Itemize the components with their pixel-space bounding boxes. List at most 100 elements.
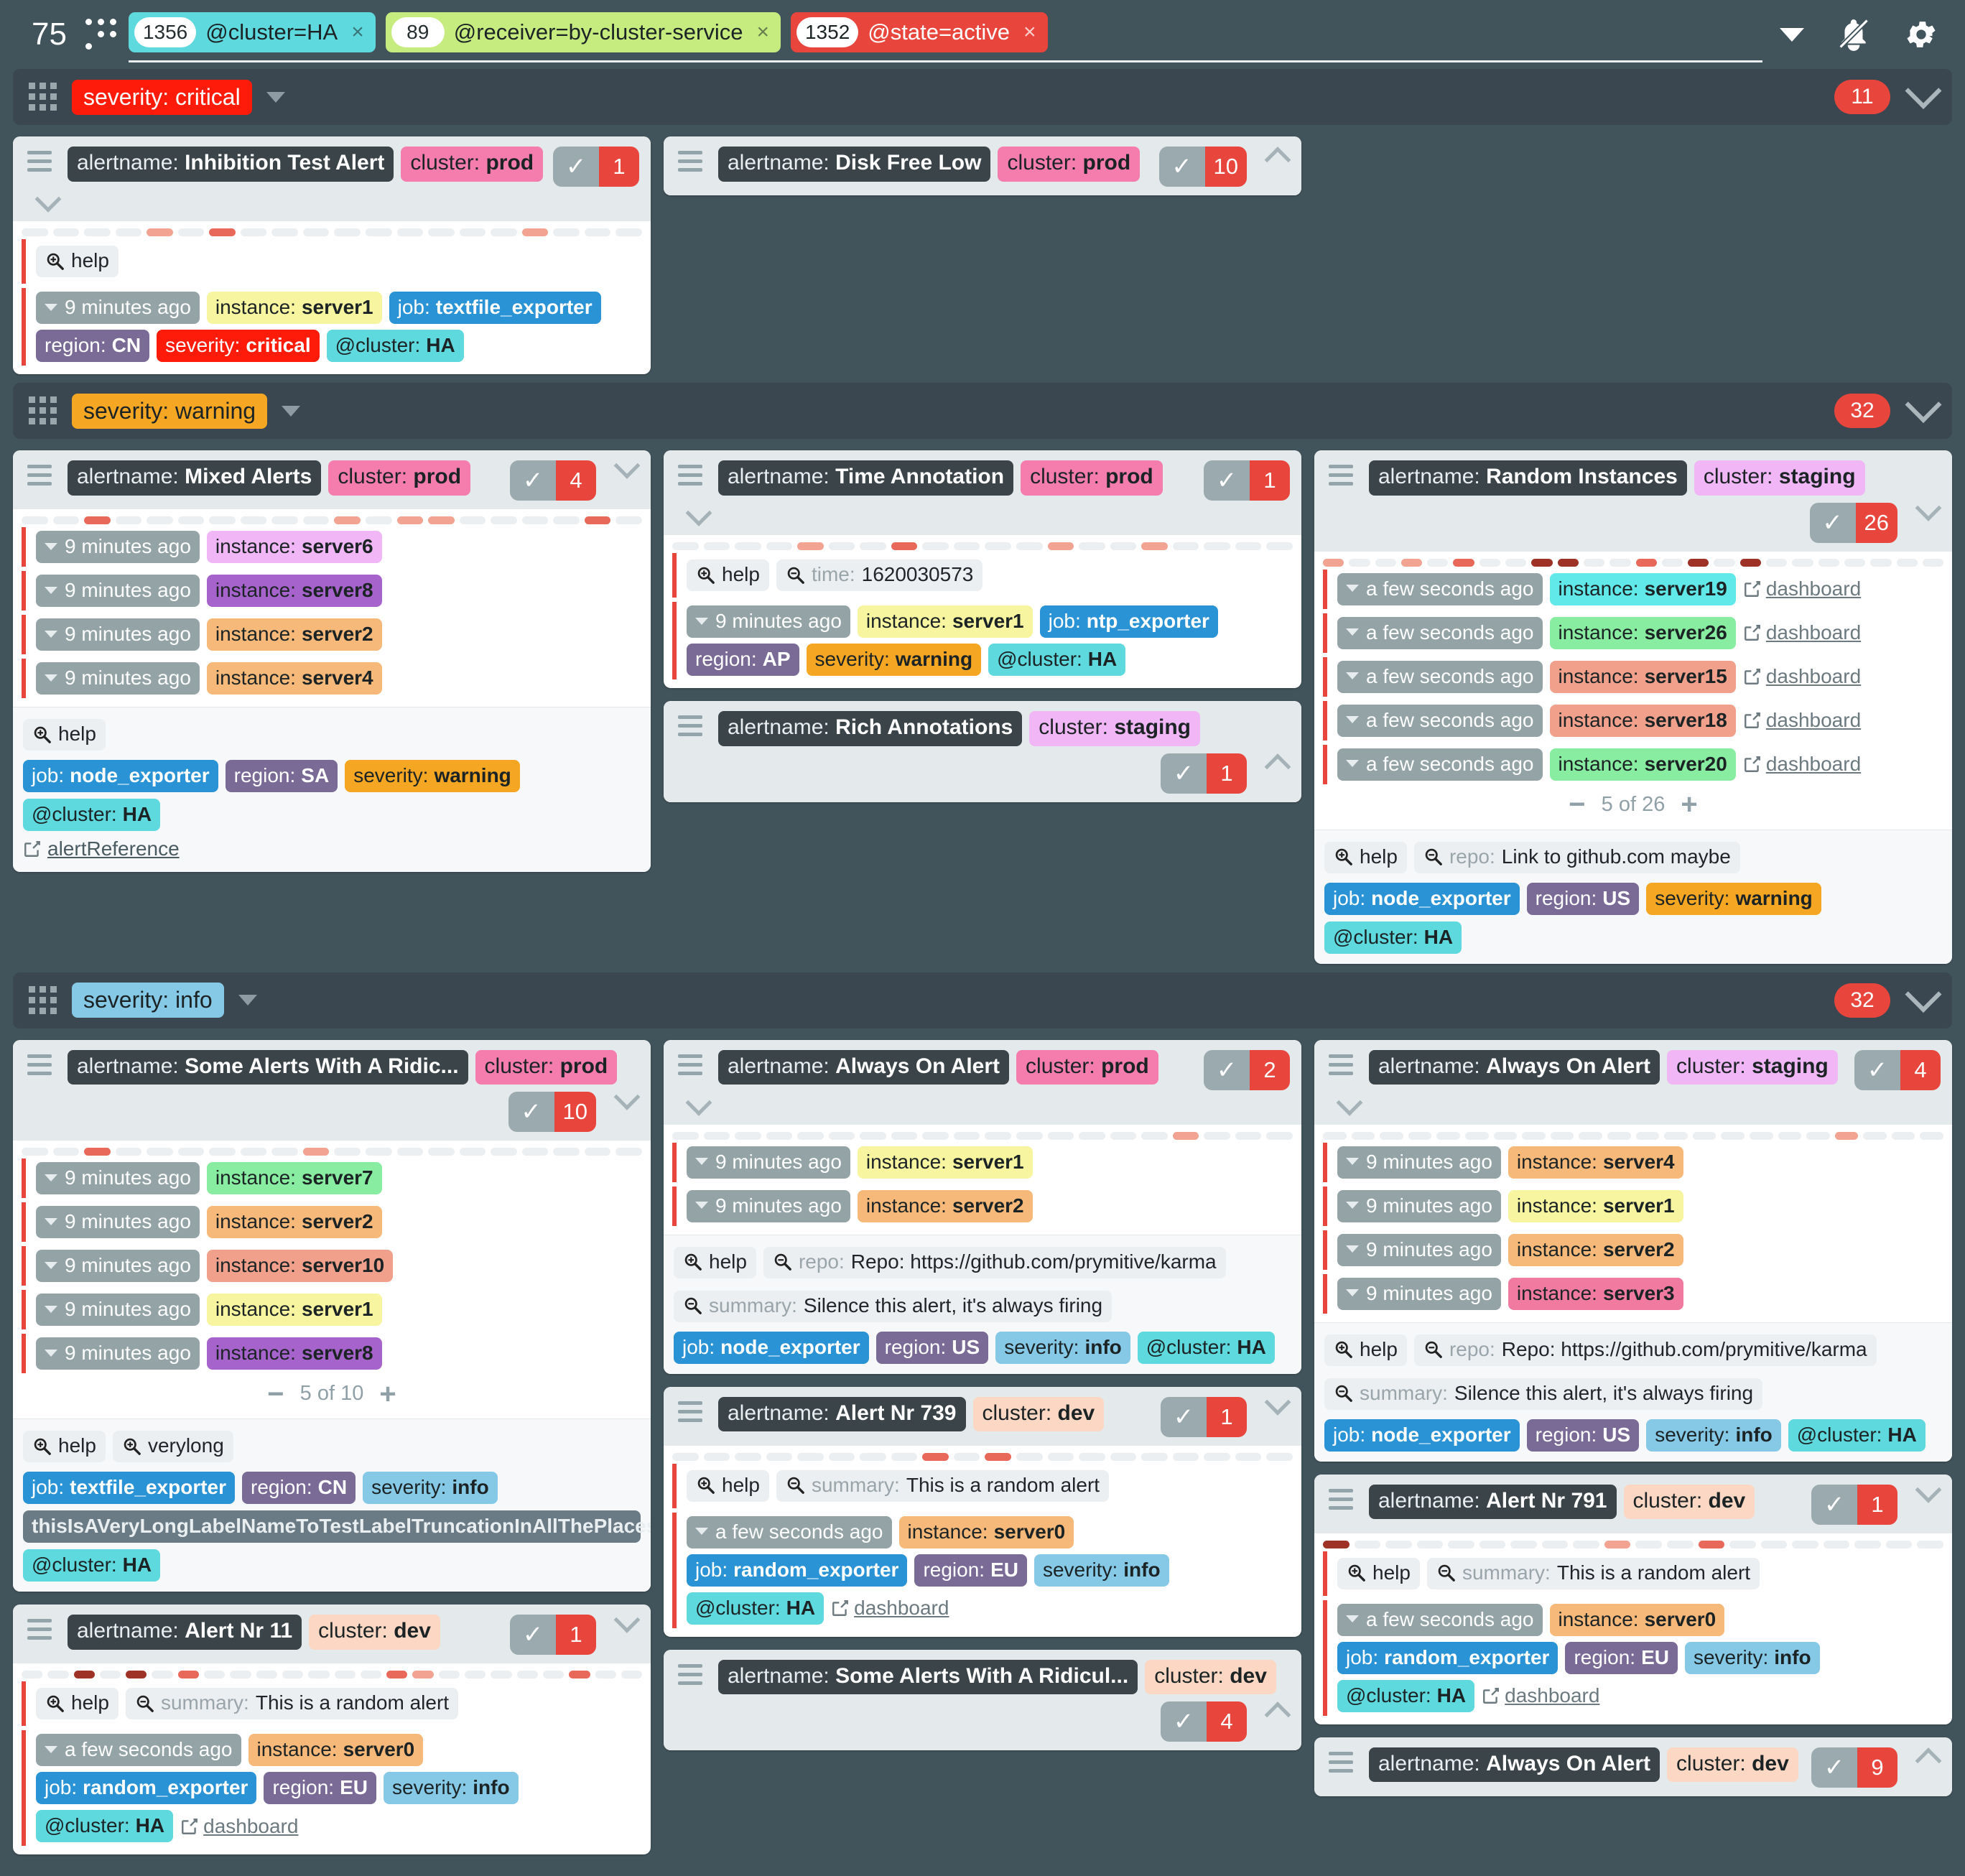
alert-timestamp[interactable]: 9 minutes ago	[36, 1206, 200, 1239]
check-icon[interactable]: ✓	[508, 1092, 554, 1133]
group-label-cluster[interactable]: cluster: prod	[1021, 460, 1163, 496]
chevron-down-icon[interactable]	[685, 499, 712, 526]
alert-count-badge[interactable]: 1	[1207, 1396, 1247, 1437]
group-label-cluster[interactable]: cluster: dev	[309, 1615, 440, 1650]
check-icon[interactable]: ✓	[1204, 460, 1250, 501]
chevron-down-icon[interactable]	[34, 185, 62, 213]
alert-reference-link[interactable]: alertReference	[23, 837, 180, 860]
alert-label[interactable]: instance: server0	[1549, 1603, 1725, 1636]
shared-label[interactable]: severity: warning	[345, 760, 520, 792]
group-label-cluster[interactable]: cluster: staging	[1029, 711, 1200, 746]
annotation[interactable]: help	[1324, 1334, 1407, 1366]
menu-burger-icon[interactable]	[1329, 1488, 1355, 1515]
gear-icon[interactable]	[1903, 17, 1939, 52]
chevron-down-icon[interactable]	[1905, 975, 1942, 1013]
alert-label[interactable]: @cluster: HA	[988, 644, 1126, 676]
shared-label[interactable]: @cluster: HA	[23, 1549, 161, 1582]
group-label-alertname[interactable]: alertname: Random Instances	[1369, 460, 1687, 496]
alert-timestamp[interactable]: 9 minutes ago	[36, 1294, 200, 1327]
group-label-alertname[interactable]: alertname: Time Annotation	[718, 460, 1014, 496]
shared-label[interactable]: region: US	[1526, 1418, 1640, 1452]
annotation[interactable]: repo: Link to github.com maybe	[1413, 841, 1740, 873]
annotation[interactable]: help	[1337, 1557, 1420, 1589]
menu-burger-icon[interactable]	[678, 715, 704, 741]
alert-label[interactable]: severity: info	[1033, 1554, 1169, 1587]
alert-count-badge[interactable]: 2	[1250, 1049, 1290, 1090]
alert-timestamp[interactable]: 9 minutes ago	[36, 1162, 200, 1195]
check-icon[interactable]: ✓	[553, 147, 599, 187]
annotation[interactable]: help	[36, 1688, 119, 1720]
alert-timestamp[interactable]: 9 minutes ago	[687, 1146, 850, 1179]
group-severity-label[interactable]: severity: warning	[72, 393, 268, 429]
chevron-down-icon[interactable]	[613, 1084, 641, 1110]
group-label-alertname[interactable]: alertname: Alert Nr 11	[68, 1615, 302, 1650]
filter-chip-1[interactable]: 89 @receiver=by-cluster-service ×	[385, 11, 781, 52]
group-label-alertname[interactable]: alertname: Rich Annotations	[718, 711, 1023, 746]
chevron-down-icon[interactable]	[613, 452, 641, 479]
group-label-alertname[interactable]: alertname: Mixed Alerts	[68, 460, 322, 496]
chevron-down-icon[interactable]	[1264, 1388, 1291, 1416]
shared-label[interactable]: region: US	[875, 1331, 989, 1364]
alert-label[interactable]: severity: warning	[806, 644, 982, 676]
pager-minus-button[interactable]: −	[1569, 790, 1585, 819]
alert-label[interactable]: instance: server15	[1549, 660, 1736, 693]
pager-plus-button[interactable]: +	[1681, 790, 1697, 819]
caret-down-icon[interactable]	[282, 405, 301, 417]
alert-label[interactable]: @cluster: HA	[1337, 1679, 1475, 1712]
dashboard-link[interactable]: dashboard	[1743, 709, 1861, 732]
chevron-down-icon[interactable]	[1915, 494, 1942, 521]
dashboard-link[interactable]: dashboard	[1743, 753, 1861, 776]
annotation[interactable]: help	[1324, 841, 1407, 873]
alert-label[interactable]: instance: server1	[857, 1146, 1033, 1179]
alert-count-badge[interactable]: 4	[1207, 1701, 1247, 1742]
shared-label[interactable]: region: SA	[225, 760, 338, 792]
alert-timestamp[interactable]: 9 minutes ago	[1337, 1189, 1501, 1222]
grip-grid-icon[interactable]	[29, 985, 57, 1015]
alert-label[interactable]: region: EU	[1565, 1641, 1678, 1674]
alert-count-badge[interactable]: 26	[1855, 502, 1897, 543]
alert-label[interactable]: instance: server7	[206, 1162, 382, 1195]
shared-label[interactable]: @cluster: HA	[23, 799, 161, 831]
alert-count-badge[interactable]: 4	[556, 460, 596, 501]
annotation[interactable]: summary: Silence this alert, it's always …	[674, 1290, 1112, 1322]
alert-timestamp[interactable]: 9 minutes ago	[687, 605, 850, 638]
group-label-alertname[interactable]: alertname: Alert Nr 791	[1369, 1484, 1617, 1520]
check-icon[interactable]: ✓	[1158, 147, 1205, 187]
alert-timestamp[interactable]: 9 minutes ago	[36, 1250, 200, 1283]
alert-timestamp[interactable]: a few seconds ago	[687, 1515, 892, 1548]
grip-dots-icon[interactable]	[85, 19, 116, 50]
alert-timestamp[interactable]: a few seconds ago	[1337, 660, 1543, 693]
alert-timestamp[interactable]: 9 minutes ago	[36, 1337, 200, 1370]
filter-chip-0[interactable]: 1356 @cluster=HA ×	[128, 11, 376, 52]
group-label-cluster[interactable]: cluster: prod	[328, 460, 471, 496]
group-label-cluster[interactable]: cluster: prod	[475, 1049, 618, 1085]
filter-chip-2[interactable]: 1352 @state=active ×	[790, 11, 1048, 52]
close-icon[interactable]: ×	[351, 20, 364, 45]
alert-label[interactable]: instance: server26	[1549, 616, 1736, 649]
alert-label[interactable]: instance: server8	[206, 1337, 382, 1370]
group-label-alertname[interactable]: alertname: Inhibition Test Alert	[68, 147, 394, 182]
group-label-cluster[interactable]: cluster: dev	[1145, 1659, 1276, 1695]
alert-count-badge[interactable]: 9	[1857, 1747, 1897, 1788]
alert-count-badge[interactable]: 10	[554, 1092, 596, 1133]
chevron-down-icon[interactable]	[1905, 386, 1942, 423]
annotation[interactable]: summary: Silence this alert, it's always …	[1324, 1378, 1763, 1410]
shared-label[interactable]: job: textfile_exporter	[23, 1472, 236, 1505]
alert-label[interactable]: job: random_exporter	[687, 1554, 908, 1587]
alert-timestamp[interactable]: 9 minutes ago	[687, 1189, 850, 1222]
alert-label[interactable]: @cluster: HA	[36, 1810, 174, 1843]
shared-label[interactable]: severity: info	[995, 1331, 1130, 1364]
alert-label[interactable]: severity: critical	[157, 330, 320, 362]
annotation[interactable]: help	[687, 1469, 769, 1502]
alert-count-badge[interactable]: 1	[599, 147, 639, 187]
menu-burger-icon[interactable]	[27, 1054, 53, 1080]
check-icon[interactable]: ✓	[1811, 1747, 1857, 1788]
alert-timestamp[interactable]: 9 minutes ago	[1337, 1233, 1501, 1266]
dashboard-link[interactable]: dashboard	[1743, 577, 1861, 600]
group-severity-label[interactable]: severity: critical	[72, 79, 252, 115]
annotation[interactable]: repo: Repo: https://github.com/prymitive/…	[1413, 1334, 1877, 1366]
group-severity-label[interactable]: severity: info	[72, 983, 224, 1018]
caret-down-icon[interactable]	[266, 91, 285, 103]
dashboard-link[interactable]: dashboard	[1482, 1684, 1599, 1707]
group-label-alertname[interactable]: alertname: Disk Free Low	[718, 147, 991, 182]
